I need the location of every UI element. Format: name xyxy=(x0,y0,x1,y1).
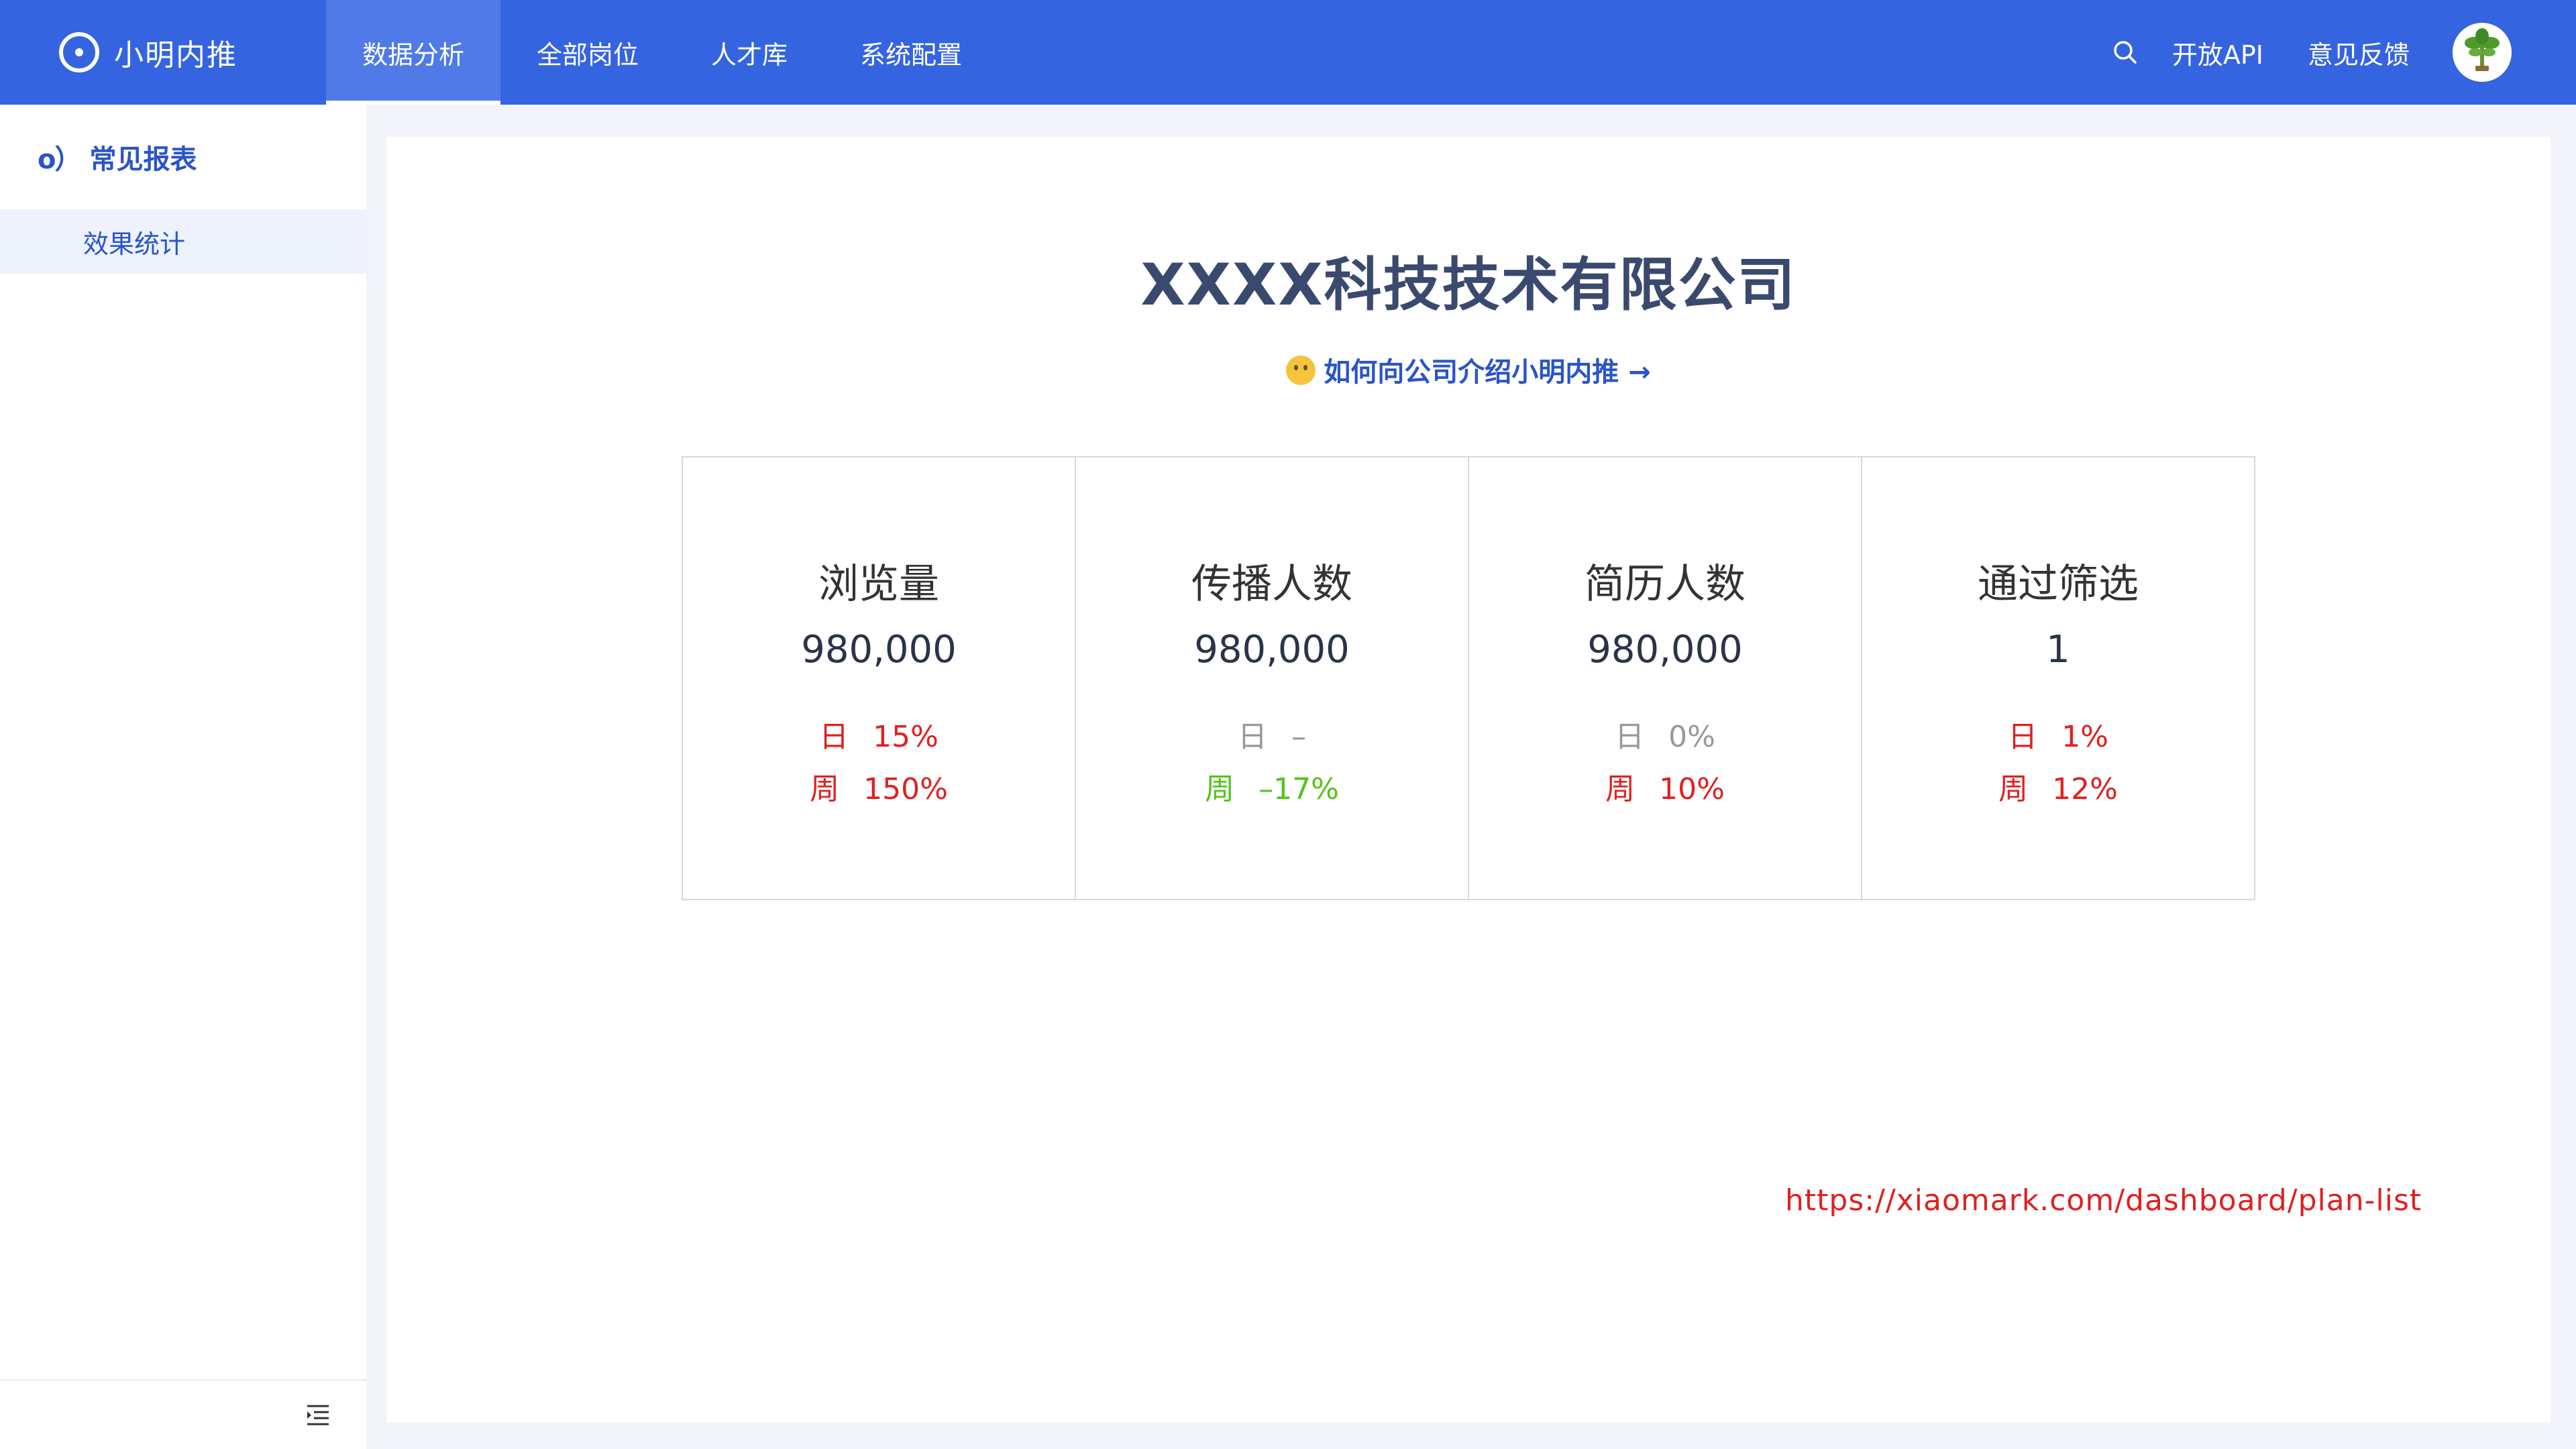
stats-grid: 浏览量 980,000 日 15% 周 150% 传播人数 980,000 日 – 周… xyxy=(682,456,2255,900)
tab-all-positions[interactable]: 全部岗位 xyxy=(500,0,675,105)
tab-system-config[interactable]: 系统配置 xyxy=(824,0,998,105)
stat-label: 浏览量 xyxy=(818,561,939,608)
thinking-face-icon xyxy=(1286,356,1316,385)
tab-talent-pool[interactable]: 人才库 xyxy=(675,0,824,105)
week-value: 10% xyxy=(1659,772,1725,806)
day-label: 日 xyxy=(2008,720,2038,754)
tab-data-analysis[interactable]: 数据分析 xyxy=(326,0,501,105)
feedback-link[interactable]: 意见反馈 xyxy=(2308,34,2410,71)
day-label: 日 xyxy=(1615,720,1645,754)
main-nav-tabs: 数据分析 全部岗位 人才库 系统配置 xyxy=(326,0,998,105)
stat-week-change: 周 –17% xyxy=(1076,765,1468,808)
day-value: – xyxy=(1291,720,1306,754)
stat-day-change: 日 0% xyxy=(1469,712,1861,755)
week-label: 周 xyxy=(810,772,840,806)
stat-card-passed-screening: 通过筛选 1 日 1% 周 12% xyxy=(1862,458,2254,899)
nav-right-actions: 开放API 意见反馈 xyxy=(2112,0,2512,105)
week-value: –17% xyxy=(1258,772,1339,806)
stat-label: 简历人数 xyxy=(1585,561,1746,608)
search-icon[interactable] xyxy=(2112,39,2139,66)
stat-week-change: 周 150% xyxy=(683,765,1075,808)
report-group-icon: o） xyxy=(38,144,81,175)
stat-week-change: 周 10% xyxy=(1469,765,1861,808)
day-label: 日 xyxy=(819,720,849,754)
stat-card-spreaders: 传播人数 980,000 日 – 周 –17% xyxy=(1076,458,1469,899)
stat-value: 980,000 xyxy=(1587,628,1743,672)
menu-collapse-icon[interactable] xyxy=(305,1402,331,1429)
avatar[interactable] xyxy=(2453,23,2512,82)
week-label: 周 xyxy=(1205,772,1235,806)
week-label: 周 xyxy=(1605,772,1635,806)
brand[interactable]: 小明内推 xyxy=(59,27,237,78)
day-label: 日 xyxy=(1238,720,1267,754)
stat-day-change: 日 15% xyxy=(683,712,1075,755)
intro-link[interactable]: 如何向公司介绍小明内推 → xyxy=(386,350,2551,389)
url-annotation: https://xiaomark.com/dashboard/plan-list xyxy=(1785,1183,2422,1218)
stat-label: 传播人数 xyxy=(1191,561,1352,608)
brand-logo-icon xyxy=(59,32,99,72)
stat-value: 980,000 xyxy=(801,628,957,672)
main-panel: XXXX科技技术有限公司 如何向公司介绍小明内推 → 浏览量 980,000 日… xyxy=(386,137,2551,1422)
plant-avatar-icon xyxy=(2453,23,2512,82)
company-title: XXXX科技技术有限公司 xyxy=(1140,252,1796,319)
stat-day-change: 日 1% xyxy=(1862,712,2254,755)
stat-card-resumes: 简历人数 980,000 日 0% 周 10% xyxy=(1469,458,1862,899)
sidebar-item-label: 效果统计 xyxy=(83,229,186,259)
week-label: 周 xyxy=(1998,772,2029,806)
sidebar-collapse-bar xyxy=(0,1379,366,1449)
stat-day-change: 日 – xyxy=(1076,712,1468,755)
stat-value: 980,000 xyxy=(1194,628,1350,672)
intro-link-text: 如何向公司介绍小明内推 → xyxy=(1324,357,1651,388)
top-nav-bar: 小明内推 数据分析 全部岗位 人才库 系统配置 开放API 意见反馈 xyxy=(0,0,2576,105)
day-value: 1% xyxy=(2061,720,2108,754)
stat-label: 通过筛选 xyxy=(1978,561,2139,608)
sidebar-group-label: 常见报表 xyxy=(89,144,197,175)
week-value: 12% xyxy=(2052,772,2118,806)
open-api-link[interactable]: 开放API xyxy=(2172,34,2263,71)
stat-card-views: 浏览量 980,000 日 15% 周 150% xyxy=(683,458,1076,899)
sidebar: o） 常见报表 效果统计 xyxy=(0,105,366,1449)
day-value: 0% xyxy=(1668,720,1715,754)
day-value: 15% xyxy=(873,720,938,754)
week-value: 150% xyxy=(863,772,948,806)
stat-value: 1 xyxy=(2046,628,2070,672)
sidebar-item-effect-stats[interactable]: 效果统计 xyxy=(0,209,366,274)
stat-week-change: 周 12% xyxy=(1862,765,2254,808)
sidebar-group-reports[interactable]: o） 常见报表 xyxy=(0,105,366,209)
brand-name: 小明内推 xyxy=(114,38,237,72)
